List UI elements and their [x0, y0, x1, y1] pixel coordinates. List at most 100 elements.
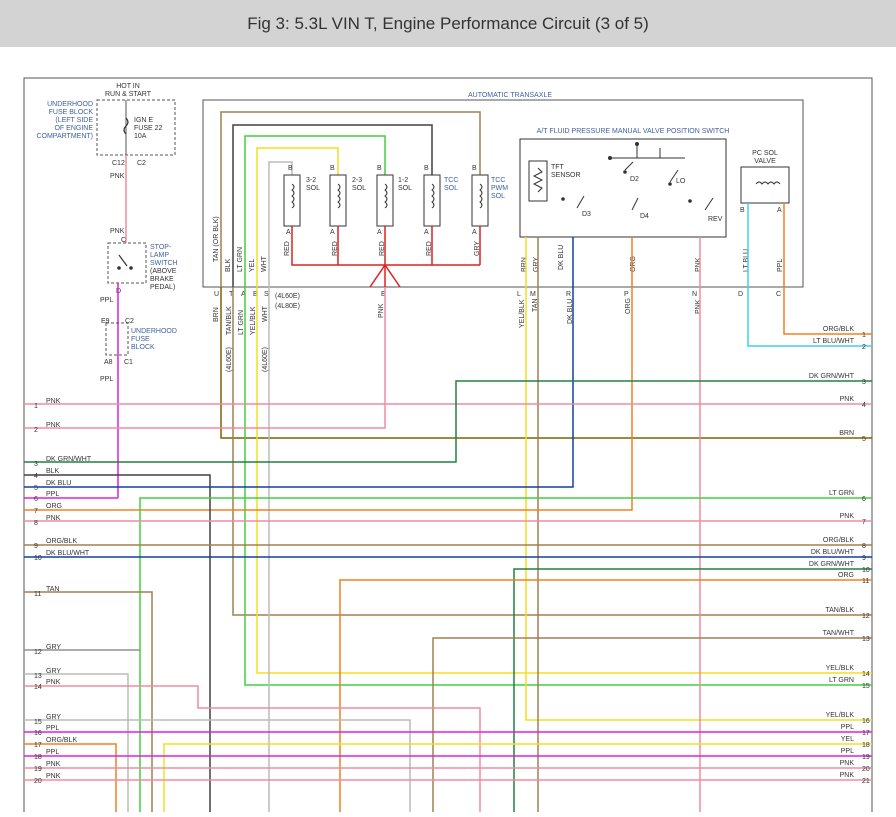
solenoid-2-3: B 2-3 SOL A RED [329, 165, 366, 256]
svg-text:13: 13 [862, 636, 870, 643]
pc-sol-label-1: PC SOL [752, 150, 778, 157]
svg-text:15: 15 [862, 683, 870, 690]
underhood-fuse-block-2 [105, 322, 129, 356]
d2-node-icon [623, 170, 627, 174]
svg-text:M: M [530, 291, 536, 298]
run-start-label: RUN & START [105, 91, 152, 98]
svg-text:16: 16 [862, 718, 870, 725]
svg-text:7: 7 [862, 519, 866, 526]
svg-text:18: 18 [34, 754, 42, 761]
svg-text:15: 15 [34, 719, 42, 726]
svg-text:P: P [624, 291, 629, 298]
svg-text:B: B [472, 165, 477, 172]
switch-node-icon [608, 156, 612, 160]
svg-text:FUSE 22: FUSE 22 [134, 125, 163, 132]
svg-text:PPL: PPL [841, 748, 854, 755]
svg-text:PPL: PPL [841, 724, 854, 731]
svg-text:BRN: BRN [839, 430, 854, 437]
svg-text:TCC: TCC [491, 177, 505, 184]
svg-text:ORG/BLK: ORG/BLK [823, 537, 854, 544]
svg-text:DK BLU/WHT: DK BLU/WHT [811, 549, 855, 556]
ppl-label-ufb2: PPL [100, 376, 113, 383]
svg-text:10A: 10A [134, 133, 147, 140]
diagram-canvas: HOT IN RUN & START UNDERHOOD FUSE BLOCK … [0, 47, 896, 812]
svg-text:3: 3 [862, 379, 866, 386]
svg-text:ORG: ORG [838, 572, 854, 579]
svg-text:10: 10 [34, 555, 42, 562]
svg-text:A: A [472, 229, 477, 236]
svg-text:U: U [214, 291, 219, 298]
c1-label: C1 [124, 359, 133, 366]
svg-text:13: 13 [34, 673, 42, 680]
lo-node-icon [668, 182, 672, 186]
svg-text:LAMP: LAMP [150, 252, 169, 259]
svg-text:SWITCH: SWITCH [150, 260, 178, 267]
fuse-block-label: UNDERHOOD FUSE BLOCK (LEFT SIDE OF ENGIN… [36, 101, 93, 140]
svg-text:1: 1 [34, 403, 38, 410]
svg-text:PNK: PNK [46, 761, 61, 768]
svg-text:ORG: ORG [625, 298, 632, 314]
svg-text:BLK: BLK [46, 468, 60, 475]
lo-label: LO [676, 178, 686, 185]
d4-label: D4 [640, 213, 649, 220]
svg-text:LT BLU/WHT: LT BLU/WHT [813, 338, 855, 345]
svg-text:DK GRN/WHT: DK GRN/WHT [809, 561, 855, 568]
switch-terminal-icon [129, 266, 133, 270]
svg-text:TAN (OR BLK): TAN (OR BLK) [213, 216, 220, 262]
svg-text:PNK: PNK [46, 679, 61, 686]
stop-lamp-label: STOP- LAMP SWITCH (ABOVE BRAKE PEDAL) [150, 244, 178, 291]
svg-text:WHT: WHT [261, 255, 268, 272]
svg-text:11: 11 [34, 591, 41, 598]
svg-text:PPL: PPL [46, 491, 59, 498]
svg-text:12: 12 [34, 649, 42, 656]
svg-text:19: 19 [34, 766, 42, 773]
transaxle-label: AUTOMATIC TRANSAXLE [468, 92, 552, 99]
solenoid-tcc: B TCC SOL A RED [423, 165, 458, 256]
svg-text:B: B [288, 165, 293, 172]
c2-label-2: C2 [125, 318, 134, 325]
svg-text:SOL: SOL [398, 185, 412, 192]
svg-text:PPL: PPL [46, 749, 59, 756]
svg-text:1-2: 1-2 [398, 177, 408, 184]
model-note-4l60e: (4L60E) [275, 293, 300, 300]
svg-text:IGN E: IGN E [134, 117, 153, 124]
rev-label: REV [708, 216, 723, 223]
svg-text:N: N [692, 291, 697, 298]
svg-text:8: 8 [862, 543, 866, 550]
svg-text:9: 9 [862, 555, 866, 562]
svg-text:PWM: PWM [491, 185, 508, 192]
svg-text:20: 20 [34, 778, 42, 785]
svg-text:7: 7 [34, 508, 38, 515]
svg-text:PNK: PNK [46, 515, 61, 522]
svg-text:4: 4 [34, 473, 38, 480]
svg-text:DK BLU: DK BLU [558, 245, 565, 270]
svg-text:TCC: TCC [444, 177, 458, 184]
svg-text:PNK: PNK [46, 773, 61, 780]
svg-text:SOL: SOL [491, 193, 505, 200]
svg-text:C: C [776, 291, 781, 298]
wiring-diagram: HOT IN RUN & START UNDERHOOD FUSE BLOCK … [23, 77, 873, 812]
svg-text:BLOCK: BLOCK [131, 344, 155, 351]
svg-text:11: 11 [862, 578, 869, 585]
d3-label: D3 [582, 211, 591, 218]
svg-text:(4L60E): (4L60E) [226, 347, 233, 372]
svg-text:2: 2 [34, 427, 38, 434]
svg-text:A: A [330, 229, 335, 236]
svg-text:5: 5 [34, 485, 38, 492]
svg-text:DK BLU: DK BLU [46, 480, 71, 487]
svg-text:LT GRN: LT GRN [238, 310, 245, 335]
wht-internal-wire [268, 161, 293, 287]
svg-text:ORG/BLK: ORG/BLK [46, 538, 77, 545]
svg-text:UNDERHOOD: UNDERHOOD [131, 328, 177, 335]
switch-node-icon [635, 142, 639, 146]
pc-coil-icon [755, 181, 781, 185]
fuse-label: IGN E FUSE 22 10A [134, 117, 163, 140]
svg-text:STOP-: STOP- [150, 244, 172, 251]
svg-text:17: 17 [862, 730, 870, 737]
pc-pin-b: B [740, 207, 745, 214]
d4-contact-icon [631, 197, 639, 211]
c2-label: C2 [137, 160, 146, 167]
svg-text:B: B [377, 165, 382, 172]
svg-text:8: 8 [34, 520, 38, 527]
rev-node-icon [688, 199, 692, 203]
